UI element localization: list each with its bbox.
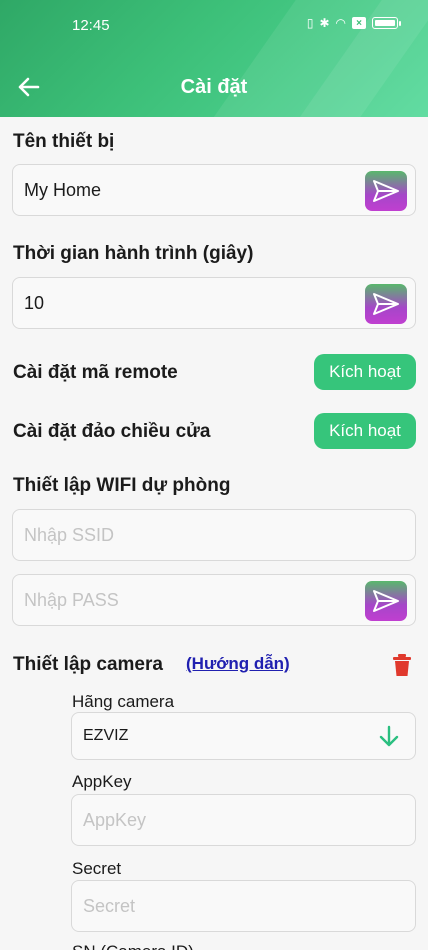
door-reverse-activate-button[interactable]: Kích hoạt xyxy=(314,413,416,449)
camera-label: Thiết lập camera xyxy=(13,654,163,675)
status-bar: 12:45 ▯ ✱ ◠ × xyxy=(0,0,428,44)
send-icon xyxy=(373,180,399,202)
travel-time-input[interactable]: 10 xyxy=(12,277,416,329)
camera-brand-value: EZVIZ xyxy=(83,727,129,744)
guide-link[interactable]: (Hướng dẫn) xyxy=(186,654,290,674)
travel-time-label: Thời gian hành trình (giây) xyxy=(13,243,254,264)
trash-icon xyxy=(393,654,411,676)
ssid-input[interactable]: Nhập SSID xyxy=(12,509,416,561)
device-name-label: Tên thiết bị xyxy=(13,131,115,152)
secret-label: Secret xyxy=(72,859,122,878)
delete-camera-button[interactable] xyxy=(391,653,413,677)
serial-label: SN (Camera ID) xyxy=(72,942,194,950)
secret-input[interactable]: Secret xyxy=(71,880,416,932)
travel-time-value: 10 xyxy=(24,292,45,313)
app-header: 12:45 ▯ ✱ ◠ × Cài đặt xyxy=(0,0,428,117)
close-badge-icon: × xyxy=(352,17,366,29)
remote-code-label: Cài đặt mã remote xyxy=(13,362,178,383)
remote-code-activate-button[interactable]: Kích hoạt xyxy=(314,354,416,390)
bluetooth-icon: ✱ xyxy=(319,16,330,30)
arrow-down-icon xyxy=(379,725,399,747)
secret-placeholder: Secret xyxy=(83,895,136,916)
camera-brand-select[interactable]: EZVIZ xyxy=(71,712,416,760)
pass-placeholder: Nhập PASS xyxy=(24,589,119,610)
pass-input[interactable]: Nhập PASS xyxy=(12,574,416,626)
status-icons: ▯ ✱ ◠ × xyxy=(306,16,401,30)
ssid-placeholder: Nhập SSID xyxy=(24,524,115,545)
status-time: 12:45 xyxy=(72,17,110,34)
send-icon xyxy=(373,293,399,315)
send-icon xyxy=(373,590,399,612)
wifi-label: Thiết lập WIFI dự phòng xyxy=(13,475,231,496)
vibrate-icon: ▯ xyxy=(306,16,314,30)
appkey-placeholder: AppKey xyxy=(83,809,147,830)
device-name-value: My Home xyxy=(24,179,102,200)
appkey-label: AppKey xyxy=(72,772,132,791)
wifi-icon: ◠ xyxy=(335,16,346,30)
appkey-input[interactable]: AppKey xyxy=(71,794,416,846)
page-title: Cài đặt xyxy=(180,76,248,98)
travel-time-send-button[interactable] xyxy=(365,284,407,324)
camera-brand-label: Hãng camera xyxy=(72,692,175,711)
battery-icon xyxy=(372,17,401,29)
device-name-send-button[interactable] xyxy=(365,171,407,211)
device-name-input[interactable]: My Home xyxy=(12,164,416,216)
wifi-send-button[interactable] xyxy=(365,581,407,621)
door-reverse-label: Cài đặt đảo chiều cửa xyxy=(13,421,211,442)
